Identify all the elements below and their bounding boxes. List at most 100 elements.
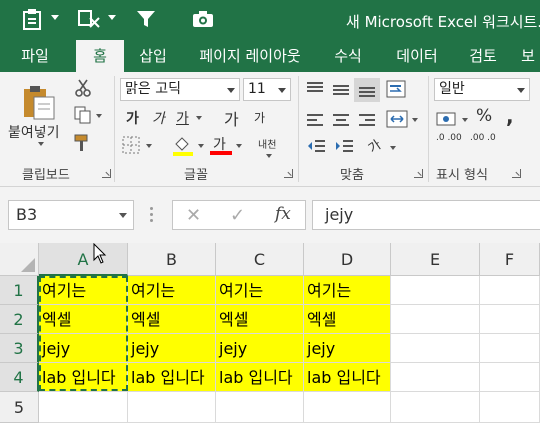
cell-d3[interactable]: jejy: [304, 334, 391, 363]
formula-bar-resize-handle[interactable]: [150, 207, 153, 223]
copy-icon[interactable]: [74, 106, 92, 128]
font-launcher-icon[interactable]: [284, 169, 293, 178]
align-center-icon[interactable]: [332, 112, 350, 131]
insert-function-icon[interactable]: fx: [275, 204, 291, 224]
phonetic-button[interactable]: 내천: [258, 136, 276, 151]
increase-indent-icon[interactable]: [334, 138, 354, 158]
increase-decimal-button[interactable]: .0 .00: [436, 134, 464, 143]
accounting-format-icon[interactable]: [436, 110, 458, 132]
column-header-a[interactable]: A: [39, 243, 128, 276]
tab-insert[interactable]: 삽입: [128, 40, 178, 72]
column-header-d[interactable]: D: [304, 243, 391, 276]
decrease-decimal-button[interactable]: .00 .0: [470, 134, 498, 143]
name-box[interactable]: B3: [8, 200, 134, 230]
comma-style-button[interactable]: ,: [506, 104, 514, 128]
row-header-1[interactable]: 1: [0, 276, 39, 305]
cell-d5[interactable]: [304, 392, 391, 423]
row-header-3[interactable]: 3: [0, 334, 39, 363]
cell-b4[interactable]: lab 입니다: [128, 363, 216, 392]
camera-icon[interactable]: [190, 6, 216, 32]
tab-data[interactable]: 데이터: [386, 40, 448, 72]
chevron-down-icon[interactable]: [119, 213, 127, 218]
font-name-combo[interactable]: 맑은 고딕: [120, 78, 240, 101]
bold-button[interactable]: 가: [126, 108, 139, 128]
merge-center-icon[interactable]: [386, 110, 408, 132]
clipboard-launcher-icon[interactable]: [102, 169, 111, 178]
tab-formulas[interactable]: 수식: [324, 40, 372, 72]
align-top-icon[interactable]: [306, 80, 324, 99]
filter-icon[interactable]: [133, 6, 159, 32]
row-header-5[interactable]: 5: [0, 392, 39, 423]
cell-f5[interactable]: [480, 392, 540, 423]
cell-e5[interactable]: [391, 392, 480, 423]
cell-b3[interactable]: jejy: [128, 334, 216, 363]
cell-c5[interactable]: [216, 392, 304, 423]
tab-home[interactable]: 홈: [76, 40, 124, 72]
paste-icon[interactable]: [22, 84, 56, 124]
paste-button-label[interactable]: 붙여넣기: [8, 122, 60, 142]
cell-e4[interactable]: [391, 363, 480, 392]
cell-f4[interactable]: [480, 363, 540, 392]
underline-button[interactable]: 가: [176, 108, 189, 128]
column-header-c[interactable]: C: [216, 243, 304, 276]
cell-b2[interactable]: 엑셀: [128, 305, 216, 334]
borders-icon[interactable]: [122, 136, 140, 158]
italic-button[interactable]: 가: [152, 108, 165, 128]
cell-a1[interactable]: 여기는: [39, 276, 128, 305]
chevron-down-icon[interactable]: [146, 144, 152, 148]
chevron-down-icon[interactable]: [412, 118, 418, 122]
font-size-combo[interactable]: 11: [243, 78, 291, 101]
alignment-launcher-icon[interactable]: [414, 169, 423, 178]
cell-a5[interactable]: [39, 392, 128, 423]
chevron-down-icon[interactable]: [227, 88, 235, 93]
chevron-down-icon[interactable]: [266, 154, 272, 158]
chevron-down-icon[interactable]: [236, 144, 242, 148]
wrap-text-icon[interactable]: [386, 80, 406, 102]
cell-a3[interactable]: jejy: [39, 334, 128, 363]
number-format-combo[interactable]: 일반: [434, 78, 530, 101]
cell-c4[interactable]: lab 입니다: [216, 363, 304, 392]
cell-a2[interactable]: 엑셀: [39, 305, 128, 334]
column-header-b[interactable]: B: [128, 243, 216, 276]
shrink-font-button[interactable]: 가: [254, 109, 265, 126]
tab-file[interactable]: 파일: [0, 40, 70, 72]
chevron-down-icon[interactable]: [517, 88, 525, 93]
cell-f2[interactable]: [480, 305, 540, 334]
cell-c3[interactable]: jejy: [216, 334, 304, 363]
format-painter-icon[interactable]: [74, 134, 94, 156]
chevron-down-icon[interactable]: [38, 142, 44, 146]
tab-view[interactable]: 보: [516, 40, 540, 72]
tab-page-layout[interactable]: 페이지 레이아웃: [190, 40, 310, 72]
cell-d2[interactable]: 엑셀: [304, 305, 391, 334]
align-middle-icon[interactable]: [332, 82, 350, 101]
row-header-4[interactable]: 4: [0, 363, 39, 392]
clipboard-icon[interactable]: [18, 6, 46, 32]
chevron-down-icon[interactable]: [462, 118, 468, 122]
formula-input[interactable]: jejy: [312, 200, 540, 230]
cell-a4[interactable]: lab 입니다: [39, 363, 128, 392]
cell-d1[interactable]: 여기는: [304, 276, 391, 305]
cell-b5[interactable]: [128, 392, 216, 423]
chevron-down-icon[interactable]: [278, 88, 286, 93]
enter-icon[interactable]: ✓: [230, 205, 245, 226]
align-bottom-button[interactable]: [354, 78, 380, 102]
chevron-down-icon[interactable]: [390, 146, 396, 150]
chevron-down-icon[interactable]: [51, 15, 59, 20]
decrease-indent-icon[interactable]: [306, 138, 326, 158]
chevron-down-icon[interactable]: [196, 116, 202, 120]
column-header-f[interactable]: F: [480, 243, 540, 276]
cell-b1[interactable]: 여기는: [128, 276, 216, 305]
column-header-e[interactable]: E: [391, 243, 480, 276]
percent-style-button[interactable]: %: [476, 106, 492, 126]
select-all-button[interactable]: [0, 243, 39, 276]
cell-f1[interactable]: [480, 276, 540, 305]
cell-e3[interactable]: [391, 334, 480, 363]
chevron-down-icon[interactable]: [198, 144, 204, 148]
clear-format-icon[interactable]: [75, 6, 103, 32]
font-color-icon[interactable]: 가: [210, 134, 232, 156]
tab-review[interactable]: 검토: [460, 40, 506, 72]
orientation-button[interactable]: 가: [364, 134, 384, 157]
cell-e1[interactable]: [391, 276, 480, 305]
cell-e2[interactable]: [391, 305, 480, 334]
align-left-icon[interactable]: [306, 112, 324, 131]
